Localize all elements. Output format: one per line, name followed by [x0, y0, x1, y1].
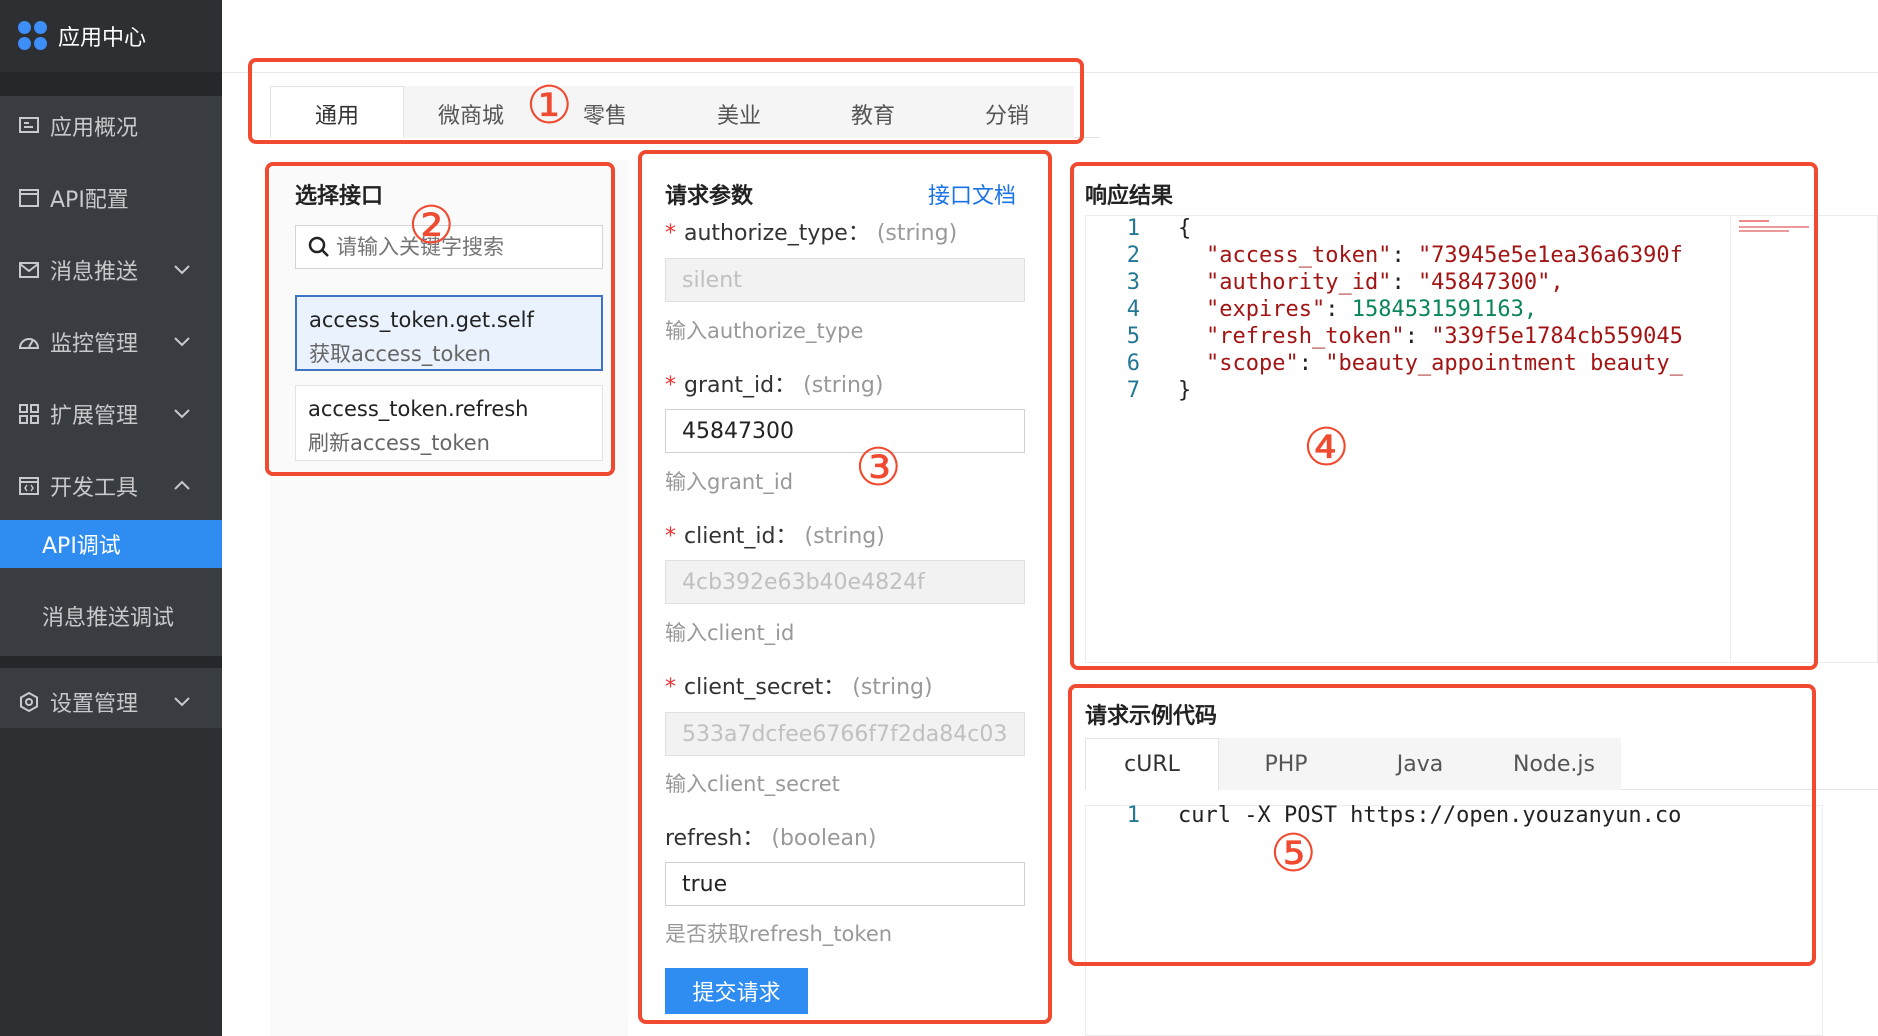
code-line: curl -X POST https://open.youzanyun.co	[1178, 803, 1682, 828]
code-line: "refresh_token": "339f5e1784cb559045	[1206, 324, 1683, 349]
sidebar-item-settings[interactable]: 设置管理	[0, 666, 222, 738]
sidebar-subitem-push-debug[interactable]: 消息推送调试	[0, 592, 222, 640]
sidebar-subitem-api-debug[interactable]: API调试	[0, 520, 222, 568]
required-mark: *	[665, 675, 676, 700]
authorize-type-field[interactable]: silent	[665, 258, 1025, 302]
tab-nodejs[interactable]: Node.js	[1487, 738, 1621, 790]
required-mark: *	[665, 524, 676, 549]
sidebar-item-label: 设置管理	[50, 692, 139, 717]
param-label-client-id: * client_id： (string)	[665, 524, 885, 549]
window-icon	[18, 187, 40, 209]
sidebar-item-monitoring[interactable]: 监控管理	[0, 306, 222, 378]
mail-icon	[18, 259, 40, 281]
line-number: 4	[1126, 297, 1140, 322]
chevron-down-icon	[174, 409, 190, 419]
line-number: 1	[1126, 216, 1140, 241]
line-number: 1	[1126, 803, 1140, 828]
api-search-box[interactable]	[295, 225, 603, 269]
tab-education[interactable]: 教育	[806, 86, 940, 138]
sidebar-item-label: 扩展管理	[50, 404, 139, 429]
sidebar-item-extensions[interactable]: 扩展管理	[0, 378, 222, 450]
chevron-down-icon	[174, 697, 190, 707]
api-item[interactable]: access_token.get.self 获取access_token	[295, 295, 603, 371]
code-line: {	[1178, 216, 1192, 241]
client-secret-hint: 输入client_secret	[665, 772, 840, 796]
tab-general[interactable]: 通用	[270, 86, 404, 138]
tab-java[interactable]: Java	[1353, 738, 1487, 790]
sidebar-item-label: 消息推送	[50, 260, 139, 285]
gauge-icon	[18, 331, 40, 353]
sidebar-item-overview[interactable]: 应用概况	[0, 90, 222, 162]
code-line: "authority_id": "45847300",	[1206, 270, 1564, 295]
client-id-hint: 输入client_id	[665, 621, 795, 645]
tab-beauty[interactable]: 美业	[672, 86, 806, 138]
required-mark: *	[665, 221, 676, 246]
code-line: }	[1178, 378, 1192, 403]
refresh-hint: 是否获取refresh_token	[665, 922, 893, 946]
select-api-title: 选择接口	[295, 184, 384, 209]
client-id-field[interactable]: 4cb392e63b40e4824f	[665, 560, 1025, 604]
tab-php[interactable]: PHP	[1219, 738, 1353, 790]
authorize-type-hint: 输入authorize_type	[665, 319, 864, 343]
api-item-name: access_token.get.self	[309, 308, 534, 332]
brand[interactable]: 应用中心	[0, 0, 222, 72]
tab-micro-mall[interactable]: 微商城	[404, 86, 538, 138]
api-item-desc: 获取access_token	[309, 342, 491, 366]
sidebar-item-label: 应用概况	[50, 116, 139, 141]
sample-code-editor[interactable]	[1085, 805, 1823, 1036]
sample-code: curl -X POST https://open.youzanyun.co	[1174, 803, 1730, 833]
code-window-icon	[18, 475, 40, 497]
sample-code-title: 请求示例代码	[1085, 704, 1218, 729]
tab-curl[interactable]: cURL	[1085, 738, 1219, 790]
sidebar-item-label: 监控管理	[50, 332, 139, 357]
sidebar-item-label: 开发工具	[50, 476, 139, 501]
api-doc-link[interactable]: 接口文档	[928, 178, 1016, 210]
chevron-down-icon	[174, 265, 190, 275]
line-number: 5	[1126, 324, 1140, 349]
param-label-grant-id: * grant_id： (string)	[665, 373, 884, 398]
sidebar-item-dev-tools[interactable]: 开发工具	[0, 450, 222, 522]
sidebar-item-label: API配置	[50, 188, 129, 213]
submit-request-button[interactable]: 提交请求	[665, 968, 808, 1014]
chevron-up-icon	[174, 480, 190, 490]
sidebar-item-api-config[interactable]: API配置	[0, 162, 222, 234]
api-item-name: access_token.refresh	[308, 397, 529, 421]
param-label-authorize-type: * authorize_type： (string)	[665, 221, 958, 246]
line-number: 2	[1126, 243, 1140, 268]
required-mark: *	[665, 373, 676, 398]
app-logo-icon	[18, 21, 48, 51]
chevron-down-icon	[174, 337, 190, 347]
response-title: 响应结果	[1085, 184, 1174, 209]
grant-id-hint: 输入grant_id	[665, 470, 794, 494]
api-item[interactable]: access_token.refresh 刷新access_token	[295, 385, 603, 461]
param-label-client-secret: * client_secret： (string)	[665, 675, 933, 700]
code-line: "scope": "beauty_appointment beauty_	[1206, 351, 1683, 376]
response-code: { "access_token": "73945e5e1ea36a6390f "…	[1174, 216, 1730, 406]
dashboard-icon	[18, 115, 40, 137]
request-params-title: 请求参数	[665, 184, 754, 209]
header-divider	[222, 72, 1878, 73]
line-number: 6	[1126, 351, 1140, 376]
refresh-field[interactable]: true	[665, 862, 1025, 906]
line-number: 7	[1126, 378, 1140, 403]
code-line: "expires": 1584531591163,	[1206, 297, 1538, 322]
editor-minimap	[1730, 216, 1820, 662]
param-label-refresh: refresh： (boolean)	[665, 826, 877, 851]
search-input[interactable]	[336, 235, 576, 259]
select-api-panel	[270, 160, 628, 1036]
client-secret-field[interactable]: 533a7dcfee6766f7f2da84c03	[665, 712, 1025, 756]
search-icon	[308, 236, 329, 257]
tab-distribution[interactable]: 分销	[940, 86, 1074, 138]
grant-id-field[interactable]: 45847300	[665, 409, 1025, 453]
api-item-desc: 刷新access_token	[308, 431, 490, 455]
sidebar: 应用中心 应用概况 API配置 消息推送 监控管理 扩展管理 开发工具 API调…	[0, 0, 222, 1036]
settings-icon	[18, 691, 40, 713]
grid-icon	[18, 403, 40, 425]
page: 应用中心 应用概况 API配置 消息推送 监控管理 扩展管理 开发工具 API调…	[0, 0, 1878, 1036]
code-line: "access_token": "73945e5e1ea36a6390f	[1206, 243, 1683, 268]
tab-retail[interactable]: 零售	[538, 86, 672, 138]
brand-title: 应用中心	[58, 26, 147, 51]
line-number: 3	[1126, 270, 1140, 295]
sidebar-item-message-push[interactable]: 消息推送	[0, 234, 222, 306]
